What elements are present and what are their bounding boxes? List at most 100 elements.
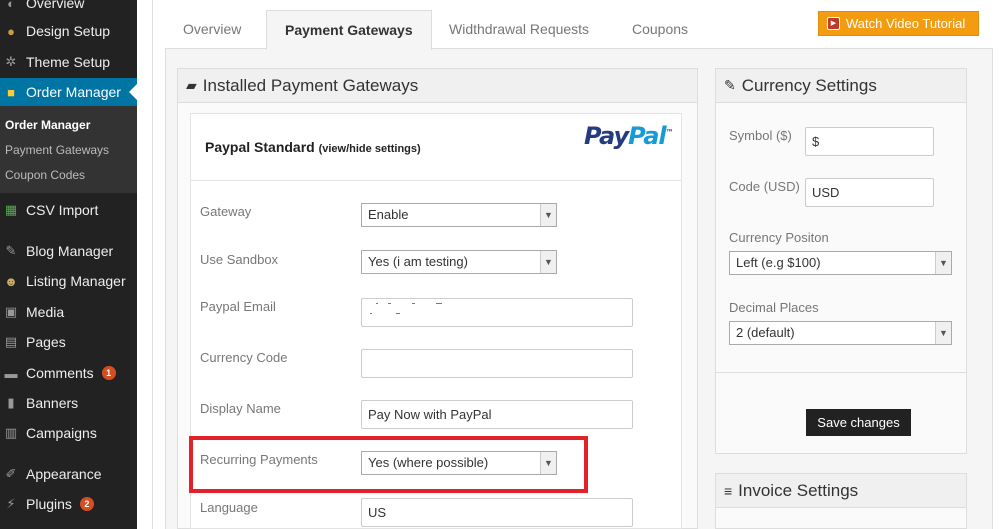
gear-icon: ✲ [5,54,17,69]
menu-label: Overview [26,0,85,11]
menu-comments[interactable]: ▬ Comments 1 [0,359,137,387]
language-label: Language [200,500,258,515]
paypal-logo-pal: Pal [628,122,666,150]
submenu-order-manager[interactable]: Order Manager [5,118,90,132]
admin-sidebar: ◐ Overview ● Design Setup ✲ Theme Setup ■ Or… [0,0,137,529]
invoice-settings-panel: ≡ Invoice Settings [715,473,967,529]
paypal-logo-pay: Pay [584,122,629,150]
menu-csv-import[interactable]: ▦ CSV Import [0,196,137,224]
sandbox-label: Use Sandbox [200,252,279,267]
menu-label: Campaigns [26,425,97,441]
campaign-icon: ▥ [4,425,18,440]
decimal-places-value: 2 (default) [736,325,795,340]
gateway-value: Enable [368,207,409,222]
menu-label: Plugins [26,496,72,512]
paypal-email-label: Paypal Email [200,299,276,314]
folder-open-icon: ▰ [186,77,197,93]
currency-code-setting-value: USD [812,185,840,200]
gateway-label: Gateway [200,204,252,219]
language-value: US [368,505,387,520]
tab-coupons[interactable]: Coupons [614,10,706,49]
paypal-logo: PayPal™ [584,122,674,150]
csv-icon: ▦ [4,202,18,217]
tab-withdrawal-requests[interactable]: Widthdrawal Requests [431,10,607,49]
panel-title: Invoice Settings [738,480,859,500]
chevron-down-icon: ▼ [540,204,556,226]
youtube-icon: ▶ [827,17,840,30]
media-icon: ▣ [4,304,18,319]
sandbox-value: Yes (i am testing) [368,254,468,269]
menu-label: Theme Setup [26,54,111,70]
panel-title: Currency Settings [741,75,877,95]
menu-order-manager[interactable]: ■ Order Manager [0,78,137,106]
currency-code-input[interactable] [361,349,633,378]
submenu-coupon-codes[interactable]: Coupon Codes [5,168,85,182]
brush-icon: ✐ [5,466,17,481]
menu-label: CSV Import [26,202,99,218]
currency-position-value: Left (e.g $100) [736,255,821,270]
dashboard-icon: ◐ [7,0,15,11]
paypal-email-input[interactable] [361,298,633,327]
menu-blog-manager[interactable]: ✎ Blog Manager [0,237,137,265]
panel-header: ✎ Currency Settings [716,69,966,103]
cart-icon: ■ [7,84,15,100]
currency-position-select[interactable]: Left (e.g $100) ▼ [729,251,952,275]
decimal-places-label: Decimal Places [729,300,819,315]
plugins-count-badge: 2 [79,497,94,511]
language-input[interactable]: US [361,498,633,527]
currency-code-setting-input[interactable]: USD [805,178,934,207]
smiley-icon: ☻ [4,273,18,289]
panel-header: ≡ Invoice Settings [716,474,966,508]
menu-media[interactable]: ▣ Media [0,298,137,326]
list-icon: ≡ [724,482,733,499]
wrench-icon: ✎ [724,77,736,93]
menu-label: Pages [26,334,66,350]
display-name-label: Display Name [200,401,281,416]
chevron-down-icon: ▼ [540,251,556,273]
order-manager-submenu: Order Manager Payment Gateways Coupon Co… [0,106,137,193]
panel-footer-divider [716,372,966,373]
menu-plugins[interactable]: ⚡ Plugins 2 [0,490,137,518]
menu-label: Design Setup [26,23,111,39]
pin-icon: ✎ [5,243,17,258]
currency-symbol-input[interactable]: $ [805,127,934,156]
watch-video-label: Watch Video Tutorial [846,16,966,31]
menu-appearance[interactable]: ✐ Appearance [0,460,137,488]
recurring-payments-highlight [189,436,588,493]
panel-title: Installed Payment Gateways [202,75,419,95]
tab-payment-gateways[interactable]: Payment Gateways [266,10,432,50]
save-changes-button[interactable]: Save changes [806,409,911,436]
menu-pages[interactable]: ▤ Pages [0,328,137,356]
panel-header: ▰ Installed Payment Gateways [178,69,697,103]
comments-count-badge: 1 [101,366,116,380]
menu-label: Banners [26,395,79,411]
menu-label: Blog Manager [26,243,114,259]
submenu-payment-gateways[interactable]: Payment Gateways [5,143,109,157]
decimal-places-select[interactable]: 2 (default) ▼ [729,321,952,345]
gateway-header: Paypal Standard (view/hide settings) Pay… [191,114,681,181]
chevron-down-icon: ▼ [935,322,951,344]
currency-symbol-value: $ [812,134,820,149]
plug-icon: ⚡ [6,496,16,511]
menu-label: Media [26,304,65,320]
tab-overview[interactable]: Overview [165,10,259,49]
sandbox-select[interactable]: Yes (i am testing) ▼ [361,250,557,274]
menu-label: Listing Manager [26,273,126,289]
display-name-value: Pay Now with PayPal [368,407,492,422]
menu-listing-manager[interactable]: ☻ Listing Manager [0,267,137,295]
palette-icon: ● [7,23,15,39]
pages-icon: ▤ [4,334,18,349]
gateway-select[interactable]: Enable ▼ [361,203,557,227]
menu-label: Appearance [26,466,102,482]
menu-campaigns[interactable]: ▥ Campaigns [0,419,137,447]
menu-overview[interactable]: ◐ Overview [0,0,137,17]
watch-video-button[interactable]: ▶ Watch Video Tutorial [818,11,979,36]
menu-design-setup[interactable]: ● Design Setup [0,17,137,45]
display-name-input[interactable]: Pay Now with PayPal [361,400,633,429]
menu-banners[interactable]: ▮ Banners [0,389,137,417]
toggle-settings-link[interactable]: (view/hide settings) [319,143,421,155]
menu-theme-setup[interactable]: ✲ Theme Setup [0,48,137,76]
paypal-logo-tm: ™ [665,128,674,137]
code-label: Code (USD) [729,179,800,194]
comment-icon: ▬ [4,365,18,381]
